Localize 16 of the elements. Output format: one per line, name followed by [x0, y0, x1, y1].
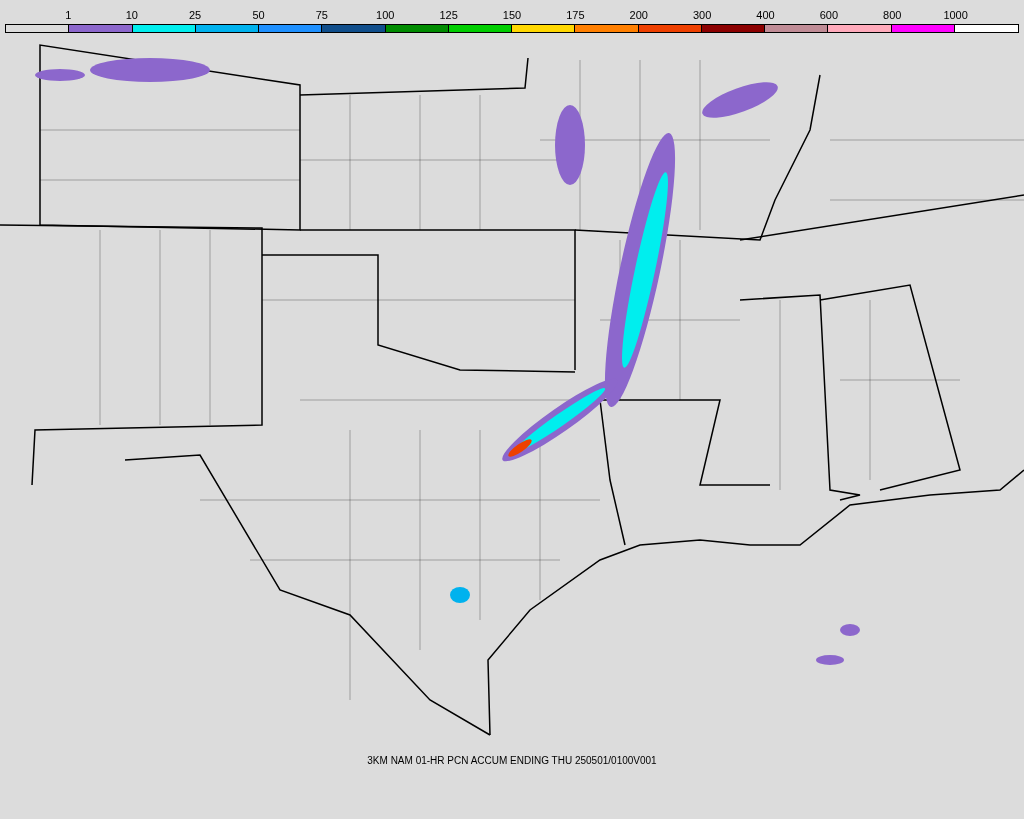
legend-label: 100 — [376, 8, 395, 22]
legend-label: 200 — [629, 8, 648, 22]
legend-label: 300 — [692, 8, 712, 22]
legend-label: 125 — [439, 8, 458, 22]
legend-label: 1000 — [943, 8, 968, 22]
legend-label: 50 — [252, 8, 265, 22]
legend-label: 10 — [125, 8, 138, 22]
legend-label: 600 — [819, 8, 839, 22]
legend-label: 150 — [502, 8, 522, 22]
legend-label: 75 — [315, 8, 328, 22]
map-caption: 3KM NAM 01-HR PCN ACCUM ENDING THU 250501/0100V001 — [367, 754, 657, 768]
legend-label: 175 — [566, 8, 585, 22]
legend-label: 800 — [883, 8, 902, 22]
legend-label: 1 — [65, 8, 72, 22]
legend-label: 400 — [756, 8, 775, 22]
legend-label: 25 — [189, 8, 202, 22]
